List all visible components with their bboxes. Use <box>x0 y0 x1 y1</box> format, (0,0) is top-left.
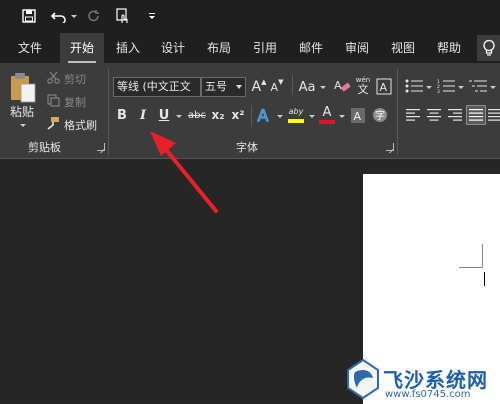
annotation-arrow <box>150 131 218 213</box>
watermark-logo <box>347 358 379 400</box>
watermark-url: www.fs0745.com <box>385 389 471 400</box>
